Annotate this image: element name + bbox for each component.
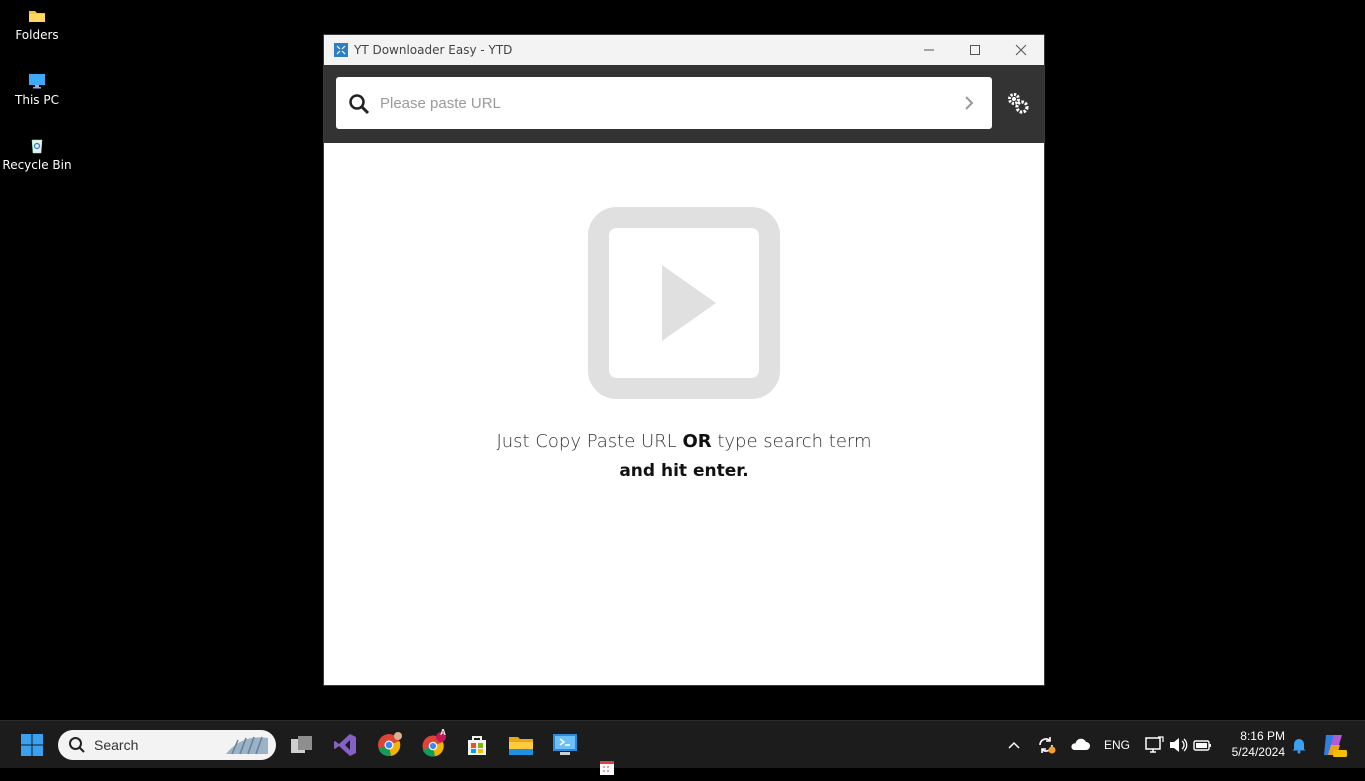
cloud-icon (1071, 738, 1090, 750)
copilot-button[interactable] (1320, 721, 1348, 768)
network-tray-icon[interactable] (1144, 721, 1164, 768)
url-search-box[interactable] (336, 77, 992, 129)
visual-studio-icon (334, 734, 356, 756)
taskbar-search-label: Search (94, 737, 139, 753)
clock-date: 5/24/2024 (1231, 745, 1285, 759)
task-view-icon (291, 736, 312, 753)
recycle-bin-icon (28, 138, 46, 154)
taskbar-chrome-1[interactable] (373, 729, 405, 761)
minimize-icon (924, 49, 934, 51)
windows-logo-icon (21, 734, 43, 756)
chrome-icon (378, 732, 402, 757)
notifications-button[interactable] (1290, 721, 1308, 768)
minimize-button[interactable] (906, 35, 952, 65)
taskbar-search[interactable]: Search (58, 730, 276, 760)
sync-icon (1039, 736, 1056, 753)
show-hidden-icons-button[interactable] (1004, 721, 1024, 768)
taskbar-clock[interactable]: 8:16 PM 5/24/2024 (1232, 728, 1285, 760)
taskbar-ytd-app[interactable] (549, 729, 581, 761)
search-toolbar (324, 65, 1044, 143)
chevron-up-icon (1008, 741, 1020, 749)
bell-icon (1292, 738, 1306, 753)
desktop-icon-folders[interactable]: Folders (0, 2, 74, 42)
desktop-icon-label: Recycle Bin (2, 158, 72, 172)
desktop-icon-label: Folders (15, 28, 59, 42)
speaker-icon (1170, 737, 1188, 752)
start-button[interactable] (16, 729, 48, 761)
file-explorer-icon (509, 737, 533, 755)
onedrive-tray-icon[interactable] (1068, 721, 1090, 768)
search-icon (348, 93, 370, 120)
taskbar-app-snip[interactable] (592, 749, 624, 781)
hint-line-2: and hit enter. (619, 461, 749, 481)
main-content: Just Copy Paste URL OR type search term … (324, 143, 1044, 685)
language-indicator[interactable]: ENG (1104, 721, 1130, 768)
search-highlight-image (222, 732, 272, 763)
task-view-button[interactable] (286, 729, 318, 761)
desktop-icon-label: This PC (15, 93, 59, 107)
maximize-icon (970, 45, 980, 55)
search-icon (68, 736, 86, 759)
play-placeholder-icon (588, 207, 780, 404)
hint-text: type search term (711, 431, 872, 452)
profile-badge: A (440, 728, 446, 737)
remote-desktop-icon (553, 734, 577, 755)
window-title: YT Downloader Easy - YTD (354, 43, 513, 57)
title-bar[interactable]: YT Downloader Easy - YTD (324, 35, 1044, 65)
desktop-icon-this-pc[interactable]: This PC (0, 67, 74, 107)
taskbar-store[interactable] (461, 729, 493, 761)
clock-time: 8:16 PM (1240, 729, 1285, 743)
battery-icon (1193, 739, 1211, 751)
desktop-icon-recycle-bin[interactable]: Recycle Bin (0, 132, 74, 172)
maximize-button[interactable] (952, 35, 998, 65)
app-logo-icon (334, 43, 348, 57)
folder-icon (28, 8, 46, 24)
calendar-icon (600, 761, 614, 775)
hint-text: Just Copy Paste URL (496, 431, 683, 452)
hint-line-1: Just Copy Paste URL OR type search term (324, 431, 1044, 452)
hint-or: OR (682, 431, 712, 452)
store-icon (468, 736, 486, 755)
battery-tray-icon[interactable] (1193, 721, 1213, 768)
app-window: YT Downloader Easy - YTD Please paste UR… (324, 35, 1044, 685)
network-icon (1145, 735, 1164, 753)
taskbar-chrome-2[interactable]: A (417, 728, 449, 761)
taskbar-file-explorer[interactable] (505, 729, 537, 761)
sync-tray-icon[interactable] (1036, 721, 1058, 768)
taskbar: Search A ENG 8:16 PM 5/24/2024 (0, 720, 1365, 775)
close-icon (1015, 44, 1027, 56)
url-input[interactable] (380, 77, 940, 129)
settings-gears-icon[interactable] (1006, 91, 1030, 120)
close-button[interactable] (998, 35, 1044, 65)
taskbar-visual-studio[interactable] (329, 729, 361, 761)
copilot-icon (1324, 734, 1347, 757)
chevron-right-icon[interactable] (964, 95, 974, 116)
volume-tray-icon[interactable] (1168, 721, 1188, 768)
monitor-icon (28, 73, 46, 89)
